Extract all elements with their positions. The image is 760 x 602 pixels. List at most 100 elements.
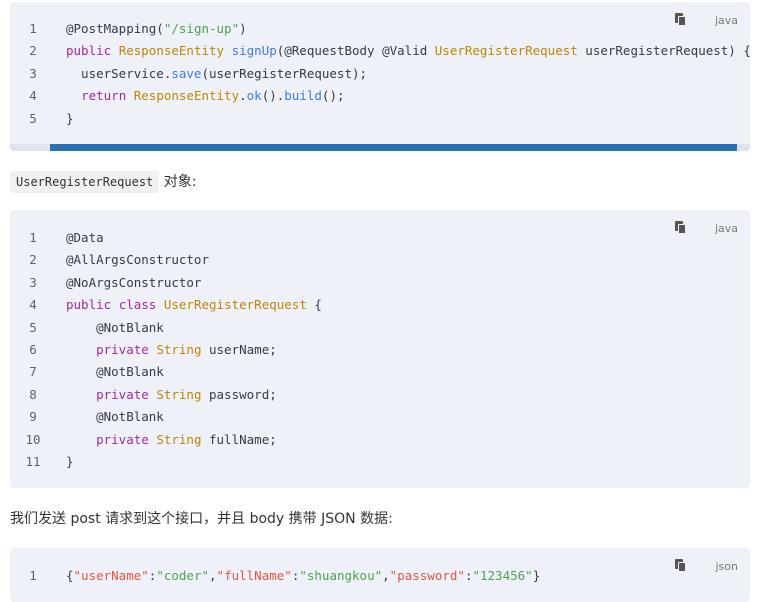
paragraph-2: 我们发送 post 请求到这个接口，并且 body 携带 JSON 数据:: [10, 511, 393, 527]
code-text: @NotBlank: [66, 406, 164, 428]
code-block-1: java 1 @PostMapping("/sign-up") 2 public Re…: [10, 2, 750, 151]
code-text: {"userName":"coder","fullName":"shuangko…: [66, 565, 540, 587]
code-token: @PostMapping(: [66, 21, 164, 36]
code-token: {: [306, 297, 322, 313]
code-token: ResponseEntity: [133, 88, 240, 104]
code-token: "fullName": [216, 568, 292, 583]
code-token: @NotBlank: [66, 409, 164, 425]
code-text: private String userName;: [66, 339, 277, 361]
code-token: ,: [382, 568, 390, 583]
code-line: 5}: [10, 108, 750, 130]
code-token: UserRegisterRequest: [163, 297, 307, 313]
line-number: 9: [29, 409, 37, 425]
paragraph-1: UserRegisterRequest 对象:: [10, 171, 196, 193]
code-line: 3 @NoArgsConstructor: [10, 272, 750, 294]
code-token: @NotBlank: [66, 364, 164, 380]
code-token: "shuangkou": [299, 568, 383, 583]
line-number: 7: [29, 364, 37, 380]
scrollbar-thumb[interactable]: [50, 144, 737, 151]
line-number: 2: [29, 43, 37, 59]
line-number: 1: [29, 568, 37, 583]
line-number: 11: [25, 454, 41, 469]
code-line: 8 private String password;: [10, 384, 750, 406]
code-token: "userName": [73, 568, 149, 583]
code-text: }: [66, 451, 74, 473]
code-line: 1 {"userName":"coder","fullName":"shuangk…: [10, 565, 750, 587]
code-line: 6 private String userName;: [10, 339, 750, 361]
code-line: 1 @PostMapping("/sign-up"): [10, 18, 750, 40]
code-token: String: [156, 342, 202, 357]
code-line: 11}: [10, 451, 750, 473]
code-token: save: [171, 65, 202, 81]
code-text: private String fullName;: [66, 429, 277, 451]
code-token: @NotBlank: [66, 319, 164, 335]
line-number: 10: [25, 431, 41, 447]
code-line: 1 @Data: [10, 227, 750, 249]
code-text: @NoArgsConstructor: [66, 272, 201, 294]
code-token: (@RequestBody @Valid: [276, 43, 435, 59]
line-number: 1: [29, 230, 37, 245]
code-text: @NotBlank: [66, 317, 164, 339]
code-token: ResponseEntity: [118, 43, 225, 59]
line-number: 3: [29, 65, 37, 81]
code-line: 2 @AllArgsConstructor: [10, 249, 750, 271]
code-token: userName;: [201, 342, 277, 357]
code-token: class: [118, 297, 157, 313]
line-number: 3: [29, 274, 37, 290]
code-token: @NoArgsConstructor: [66, 274, 202, 290]
code-token: "/sign-up": [163, 21, 240, 36]
code-token: private: [96, 431, 149, 447]
code-token: fullName;: [201, 431, 277, 447]
code-token: private: [96, 386, 149, 402]
code-token: public: [66, 43, 112, 59]
paragraph-text: 对象:: [159, 174, 197, 190]
code-text: @PostMapping("/sign-up"): [66, 18, 247, 40]
line-number: 8: [29, 386, 37, 402]
line-number: 6: [29, 342, 37, 357]
code-token: userService.: [66, 65, 172, 81]
code-token: @AllArgsConstructor: [66, 252, 209, 268]
code-token: private: [96, 342, 149, 357]
horizontal-scrollbar[interactable]: [10, 144, 750, 151]
code-line: 9 @NotBlank: [10, 406, 750, 428]
line-number: 5: [29, 319, 37, 335]
code-token: ,: [209, 568, 217, 583]
code-token: ok: [246, 88, 262, 104]
code-text: @NotBlank: [66, 361, 164, 383]
code-token: ): [239, 21, 247, 36]
code-token: .: [239, 88, 247, 104]
code-token: public: [66, 297, 112, 313]
code-text: public ResponseEntity signUp(@RequestBod…: [66, 40, 750, 62]
code-token: "123456": [472, 568, 533, 583]
code-text: @AllArgsConstructor: [66, 249, 209, 271]
code-text: private String password;: [66, 384, 277, 406]
code-token: build: [284, 88, 322, 104]
code-token: password;: [201, 386, 277, 402]
code-token: "password": [389, 568, 465, 583]
code-token: }: [66, 110, 74, 126]
line-number: 5: [29, 110, 37, 126]
code-block-2: java 1 @Data 2 @AllArgsConstructor 3 @NoArgsC…: [10, 210, 750, 488]
line-number: 4: [29, 297, 37, 313]
code-line: 10 private String fullName;: [10, 429, 750, 451]
code-token: ();: [321, 88, 345, 104]
code-token: @Data: [66, 230, 104, 245]
code-token: }: [66, 454, 74, 469]
code-text: userService.save(userRegisterRequest);: [66, 63, 367, 85]
code-token: return: [81, 88, 127, 104]
code-text: }: [66, 108, 74, 130]
code-line: 2 public ResponseEntity signUp(@RequestBo…: [10, 40, 750, 62]
code-token: String: [156, 431, 202, 447]
code-block-3: json 1 {"userName":"coder","fullName":"sh…: [10, 548, 750, 602]
code-line: 5 @NotBlank: [10, 317, 750, 339]
code-token: UserRegisterRequest: [434, 43, 578, 59]
code-token: userRegisterRequest) {: [577, 43, 750, 59]
